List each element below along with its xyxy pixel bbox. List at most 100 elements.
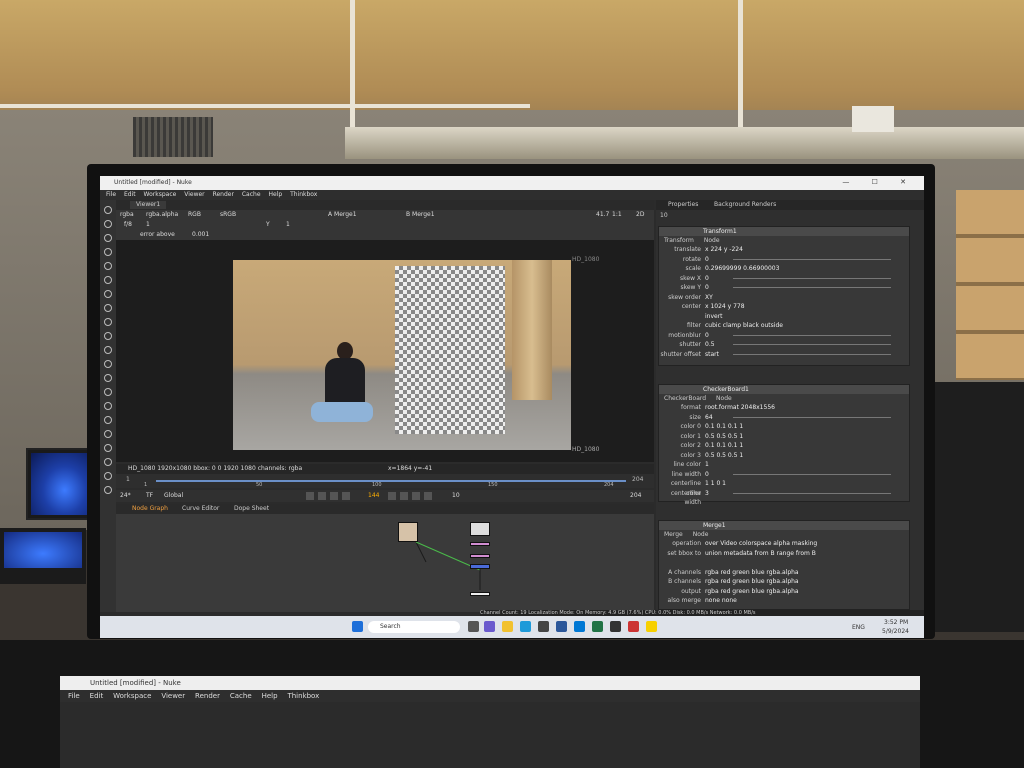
knob-value[interactable]: 0.5 0.5 0.5 1	[705, 432, 743, 442]
clock-time[interactable]: 3:52 PM	[884, 619, 908, 626]
tab-checkerboard[interactable]: CheckerBoard	[659, 394, 711, 403]
draw-tool-icon[interactable]	[104, 220, 112, 228]
colorspace-select[interactable]: RGB	[188, 211, 201, 219]
timeline-track[interactable]	[156, 480, 626, 482]
knob-value[interactable]: rgba red green blue rgba.alpha	[705, 577, 799, 587]
menu-render[interactable]: Render	[213, 190, 234, 200]
knob-row[interactable]: filter cubic clamp black outside	[659, 321, 909, 331]
knob-row[interactable]: operation over Video colorspace alpha mas…	[659, 539, 909, 549]
lut-select[interactable]: sRGB	[220, 211, 236, 219]
first-frame-button[interactable]	[306, 492, 314, 500]
knob-row[interactable]: centerline width 3	[659, 489, 909, 506]
input-a-select[interactable]: A Merge1	[328, 211, 357, 219]
zoom-value[interactable]: 41.7	[596, 211, 609, 219]
nuke-icon[interactable]	[610, 621, 621, 632]
channels-select[interactable]: rgba	[120, 211, 134, 219]
menu-cache[interactable]: Cache	[242, 190, 261, 200]
knob-value[interactable]: 0.5	[705, 340, 715, 350]
particles-tool-icon[interactable]	[104, 346, 112, 354]
knob-value[interactable]: 3	[705, 489, 709, 499]
knob-row[interactable]: shutter offset start	[659, 350, 909, 360]
time-tool-icon[interactable]	[104, 234, 112, 242]
knob-row[interactable]: invert	[659, 312, 909, 322]
knob-row[interactable]: skew X 0	[659, 274, 909, 284]
last-frame-button[interactable]	[424, 492, 432, 500]
knob-value[interactable]: start	[705, 350, 719, 360]
knob-row[interactable]: size 64	[659, 413, 909, 423]
error-value-field[interactable]: 0.001	[192, 231, 209, 239]
knob-row[interactable]: translate x 224 y -224	[659, 245, 909, 255]
menu-help[interactable]: Help	[262, 690, 278, 702]
knob-value[interactable]: rgba red green blue rgba.alpha	[705, 568, 799, 578]
knob-row[interactable]: color 1 0.5 0.5 0.5 1	[659, 432, 909, 442]
knob-value[interactable]: x 1024 y 778	[705, 302, 745, 312]
ratio-value[interactable]: 1:1	[612, 211, 622, 219]
gamma-field[interactable]: 1	[286, 221, 290, 229]
step-field[interactable]: 10	[452, 492, 460, 500]
window-controls[interactable]: — ☐ ✕	[842, 178, 916, 186]
tab-transform[interactable]: Transform	[659, 236, 699, 245]
menu-workspace[interactable]: Workspace	[113, 690, 151, 702]
file-explorer-icon[interactable]	[502, 621, 513, 632]
menu-edit[interactable]: Edit	[124, 190, 136, 200]
menu-cache[interactable]: Cache	[230, 690, 252, 702]
knob-row[interactable]: set bbox to union metadata from B range f…	[659, 549, 909, 559]
gizmo-tool-icon[interactable]	[104, 486, 112, 494]
knob-value[interactable]: 1	[705, 460, 709, 470]
views-tool-icon[interactable]	[104, 374, 112, 382]
knob-value[interactable]: union metadata from B range from B	[705, 549, 816, 559]
knob-row[interactable]: line color 1	[659, 460, 909, 470]
metadata-tool-icon[interactable]	[104, 388, 112, 396]
menu-thinkbox[interactable]: Thinkbox	[290, 190, 317, 200]
menu-workspace[interactable]: Workspace	[144, 190, 177, 200]
tab-node-graph[interactable]: Node Graph	[132, 505, 168, 513]
merge-tool-icon[interactable]	[104, 304, 112, 312]
deep-tool-icon[interactable]	[104, 360, 112, 368]
knob-value[interactable]: 0	[705, 255, 709, 265]
channel-tool-icon[interactable]	[104, 248, 112, 256]
timeline[interactable]: 1 1 50 100 150 204 204	[116, 474, 654, 488]
air-tool-icon[interactable]	[104, 458, 112, 466]
knob-value[interactable]: none none	[705, 596, 737, 606]
start-icon[interactable]	[352, 621, 363, 632]
tray-language[interactable]: ENG	[852, 624, 865, 631]
clock-date[interactable]: 5/9/2024	[882, 628, 909, 635]
knob-value[interactable]: 1 1 0 1	[705, 479, 726, 489]
menu-edit[interactable]: Edit	[90, 690, 104, 702]
other-tool-icon[interactable]	[104, 416, 112, 424]
menu-file[interactable]: File	[68, 690, 80, 702]
knob-value[interactable]: rgba red green blue rgba.alpha	[705, 587, 799, 597]
knob-value[interactable]: 0	[705, 331, 709, 341]
tab-dope-sheet[interactable]: Dope Sheet	[234, 505, 269, 513]
knob-value[interactable]: 0	[705, 470, 709, 480]
fps-select[interactable]: 24*	[120, 492, 131, 500]
knob-row[interactable]: center x 1024 y 778	[659, 302, 909, 312]
menu-help[interactable]: Help	[268, 190, 282, 200]
knob-row[interactable]: format root.format 2048x1556	[659, 403, 909, 413]
menu-render[interactable]: Render	[195, 690, 220, 702]
knob-value[interactable]: 0.1 0.1 0.1 1	[705, 441, 743, 451]
transform-node-2[interactable]	[470, 554, 490, 558]
chat-icon[interactable]	[484, 621, 495, 632]
transform-node[interactable]	[470, 542, 490, 546]
knob-row[interactable]: motionblur 0	[659, 331, 909, 341]
knob-value[interactable]: 0	[705, 274, 709, 284]
knob-value[interactable]: 0	[705, 283, 709, 293]
merge-node[interactable]	[470, 564, 490, 569]
transform-tool-icon[interactable]	[104, 318, 112, 326]
filter-tool-icon[interactable]	[104, 276, 112, 284]
knob-value[interactable]: root.format 2048x1556	[705, 403, 775, 413]
knob-row[interactable]: centerline color 1 1 0 1	[659, 479, 909, 497]
ml-tool-icon[interactable]	[104, 472, 112, 480]
fstop-field[interactable]: f/8	[124, 221, 132, 229]
knob-row[interactable]: shutter 0.5	[659, 340, 909, 350]
knob-row[interactable]: A channels rgba red green blue rgba.alpha	[659, 568, 909, 578]
app-icon[interactable]	[538, 621, 549, 632]
viewer-node[interactable]	[470, 592, 490, 596]
gain-field[interactable]: 1	[146, 221, 150, 229]
furnace-tool-icon[interactable]	[104, 430, 112, 438]
cara-tool-icon[interactable]	[104, 444, 112, 452]
checkerboard-node[interactable]	[470, 522, 490, 536]
knob-row[interactable]: rotate 0	[659, 255, 909, 265]
knob-row[interactable]: scale 0.29699999 0.66900003	[659, 264, 909, 274]
